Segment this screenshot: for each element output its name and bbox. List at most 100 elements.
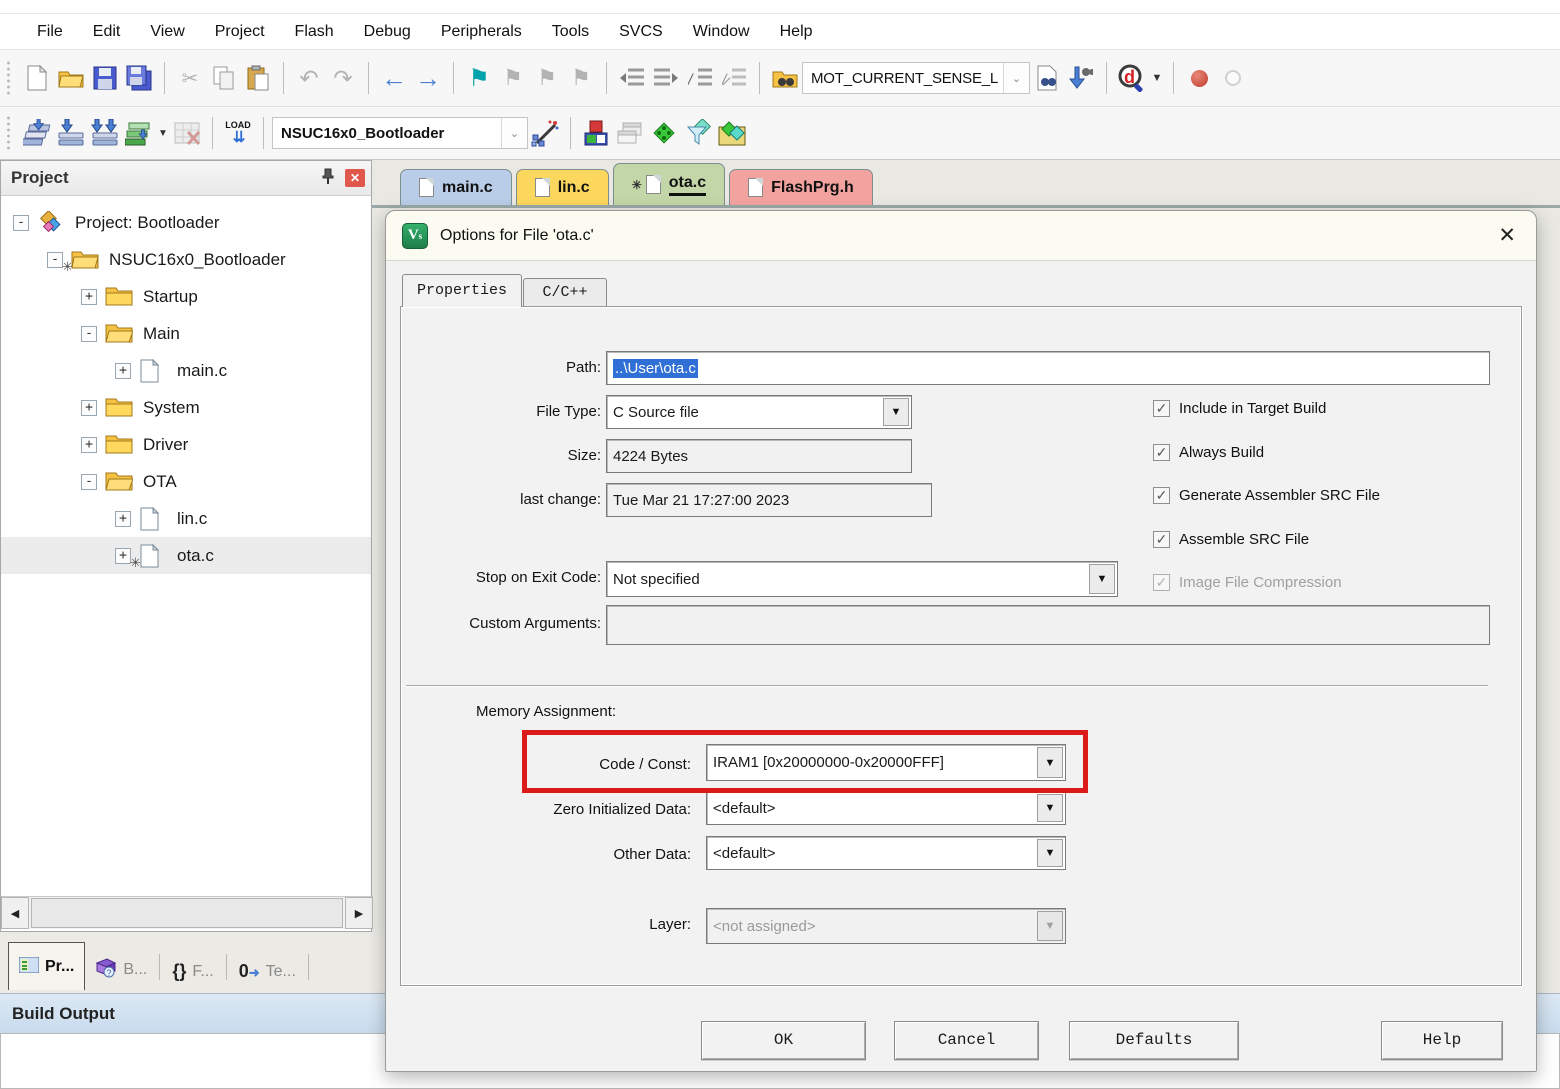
redo-icon[interactable]: ↷ bbox=[326, 61, 360, 95]
manage-layouts-icon[interactable] bbox=[613, 116, 647, 150]
batch-build-dropdown-icon[interactable]: ▼ bbox=[156, 116, 170, 150]
tree-item-label[interactable]: Project: Bootloader bbox=[75, 213, 220, 233]
tab-templates-pane[interactable]: 0➜ Te... bbox=[229, 953, 306, 990]
file-type-combobox[interactable]: C Source file ▼ bbox=[606, 395, 912, 429]
menu-help[interactable]: Help bbox=[765, 19, 828, 45]
tree-expander-icon[interactable]: + bbox=[115, 548, 131, 564]
rebuild-all-icon[interactable] bbox=[88, 116, 122, 150]
code-const-combobox[interactable]: IRAM1 [0x20000000-0x20000FFF] ▼ bbox=[706, 744, 1066, 781]
bookmark-clear-icon[interactable]: ⚑ bbox=[564, 61, 598, 95]
uncomment-icon[interactable]: /̷ bbox=[717, 61, 751, 95]
dropdown-arrow-icon[interactable]: ▼ bbox=[1037, 794, 1063, 822]
help-button[interactable]: Help bbox=[1381, 1021, 1503, 1060]
dropdown-arrow-icon[interactable]: ▼ bbox=[1037, 839, 1063, 867]
defaults-button[interactable]: Defaults bbox=[1069, 1021, 1239, 1060]
tree-expander-icon[interactable]: - bbox=[47, 252, 63, 268]
tree-item-startup[interactable]: + Startup bbox=[1, 278, 371, 315]
target-select-combobox[interactable]: NSUC16x0_Bootloader ⌄ bbox=[272, 117, 528, 149]
path-field[interactable]: ..\User\ota.c bbox=[606, 351, 1490, 385]
templates-icon[interactable] bbox=[681, 116, 715, 150]
scroll-left-icon[interactable]: ◀ bbox=[1, 897, 29, 929]
other-data-combobox[interactable]: <default> ▼ bbox=[706, 836, 1066, 870]
unindent-icon[interactable] bbox=[615, 61, 649, 95]
bookmark-prev-icon[interactable]: ⚑ bbox=[496, 61, 530, 95]
tab-lin-c[interactable]: lin.c bbox=[516, 169, 609, 205]
tree-expander-icon[interactable]: + bbox=[81, 437, 97, 453]
new-file-icon[interactable] bbox=[20, 61, 54, 95]
tree-expander-icon[interactable]: + bbox=[81, 289, 97, 305]
menu-edit[interactable]: Edit bbox=[78, 19, 136, 45]
tab-ota-c[interactable]: ✳ ota.c bbox=[613, 163, 725, 205]
copy-icon[interactable] bbox=[207, 61, 241, 95]
functions-icon[interactable] bbox=[647, 116, 681, 150]
source-browser-icon[interactable] bbox=[715, 116, 749, 150]
menu-debug[interactable]: Debug bbox=[349, 19, 426, 45]
target-options-icon[interactable] bbox=[528, 116, 562, 150]
incremental-find-icon[interactable] bbox=[1064, 61, 1098, 95]
tree-item-main-group[interactable]: - Main bbox=[1, 315, 371, 352]
tree-expander-icon[interactable]: + bbox=[115, 511, 131, 527]
checkbox-include-in-target-build[interactable]: ✓ Include in Target Build bbox=[1153, 400, 1326, 417]
tab-properties[interactable]: Properties bbox=[402, 274, 522, 307]
navigate-back-icon[interactable]: ← bbox=[377, 61, 411, 95]
enable-breakpoint-icon[interactable] bbox=[1216, 61, 1250, 95]
bookmark-next-icon[interactable]: ⚑ bbox=[530, 61, 564, 95]
pin-icon[interactable] bbox=[321, 168, 335, 188]
tree-item-ota-group[interactable]: - OTA bbox=[1, 463, 371, 500]
checkbox-icon[interactable]: ✓ bbox=[1153, 531, 1170, 548]
dialog-close-icon[interactable]: ✕ bbox=[1498, 225, 1516, 246]
insert-breakpoint-icon[interactable] bbox=[1182, 61, 1216, 95]
chevron-down-icon[interactable]: ⌄ bbox=[1003, 63, 1029, 93]
menu-peripherals[interactable]: Peripherals bbox=[426, 19, 537, 45]
checkbox-generate-assembler-src[interactable]: ✓ Generate Assembler SRC File bbox=[1153, 487, 1380, 504]
menu-svcs[interactable]: SVCS bbox=[604, 19, 678, 45]
tree-expander-icon[interactable]: - bbox=[81, 474, 97, 490]
navigate-forward-icon[interactable]: → bbox=[411, 61, 445, 95]
tree-item-ota-c[interactable]: + ✳ ota.c bbox=[1, 537, 371, 574]
menu-view[interactable]: View bbox=[135, 19, 199, 45]
checkbox-assemble-src-file[interactable]: ✓ Assemble SRC File bbox=[1153, 531, 1309, 548]
dropdown-arrow-icon[interactable]: ▼ bbox=[883, 398, 909, 426]
scrollbar-thumb[interactable] bbox=[31, 898, 343, 928]
zero-initialized-combobox[interactable]: <default> ▼ bbox=[706, 791, 1066, 825]
tree-item-target[interactable]: - ✳ NSUC16x0_Bootloader bbox=[1, 241, 371, 278]
tree-item-label[interactable]: Driver bbox=[143, 435, 188, 455]
download-icon[interactable]: LOAD⇊ bbox=[221, 116, 255, 150]
dropdown-arrow-icon[interactable]: ▼ bbox=[1037, 747, 1063, 778]
tree-item-label[interactable]: OTA bbox=[143, 472, 177, 492]
tree-item-label[interactable]: Main bbox=[143, 324, 180, 344]
tree-item-main-c[interactable]: + main.c bbox=[1, 352, 371, 389]
checkbox-icon[interactable]: ✓ bbox=[1153, 487, 1170, 504]
manage-components-icon[interactable] bbox=[579, 116, 613, 150]
tab-flashprg-h[interactable]: FlashPrg.h bbox=[729, 169, 873, 205]
custom-arguments-field[interactable] bbox=[606, 605, 1490, 645]
toolbar-drag-handle[interactable] bbox=[6, 60, 16, 96]
tree-item-label[interactable]: lin.c bbox=[177, 509, 207, 529]
tree-expander-icon[interactable]: - bbox=[13, 215, 29, 231]
save-icon[interactable] bbox=[88, 61, 122, 95]
find-in-books-dropdown-icon[interactable]: ▼ bbox=[1149, 61, 1165, 95]
tab-main-c[interactable]: main.c bbox=[400, 169, 512, 205]
batch-build-icon[interactable] bbox=[122, 116, 156, 150]
tree-item-label[interactable]: System bbox=[143, 398, 200, 418]
save-all-icon[interactable] bbox=[122, 61, 156, 95]
cut-icon[interactable]: ✂ bbox=[173, 61, 207, 95]
tree-item-lin-c[interactable]: + lin.c bbox=[1, 500, 371, 537]
dialog-titlebar[interactable]: Vs Options for File 'ota.c' ✕ bbox=[386, 211, 1536, 261]
menu-project[interactable]: Project bbox=[200, 19, 280, 45]
comment-icon[interactable]: / bbox=[683, 61, 717, 95]
tree-item-driver[interactable]: + Driver bbox=[1, 426, 371, 463]
tree-expander-icon[interactable]: - bbox=[81, 326, 97, 342]
tab-functions-pane[interactable]: {} F... bbox=[162, 953, 223, 990]
menu-window[interactable]: Window bbox=[678, 19, 765, 45]
tree-item-label[interactable]: Startup bbox=[143, 287, 198, 307]
indent-icon[interactable] bbox=[649, 61, 683, 95]
translate-icon[interactable] bbox=[20, 116, 54, 150]
scroll-right-icon[interactable]: ▶ bbox=[345, 897, 373, 929]
tab-books-pane[interactable]: ? B... bbox=[85, 950, 157, 990]
close-panel-icon[interactable]: ✕ bbox=[345, 169, 365, 187]
checkbox-icon[interactable]: ✓ bbox=[1153, 400, 1170, 417]
tree-expander-icon[interactable]: + bbox=[115, 363, 131, 379]
menu-tools[interactable]: Tools bbox=[537, 19, 604, 45]
tab-c-cpp[interactable]: C/C++ bbox=[523, 278, 607, 307]
